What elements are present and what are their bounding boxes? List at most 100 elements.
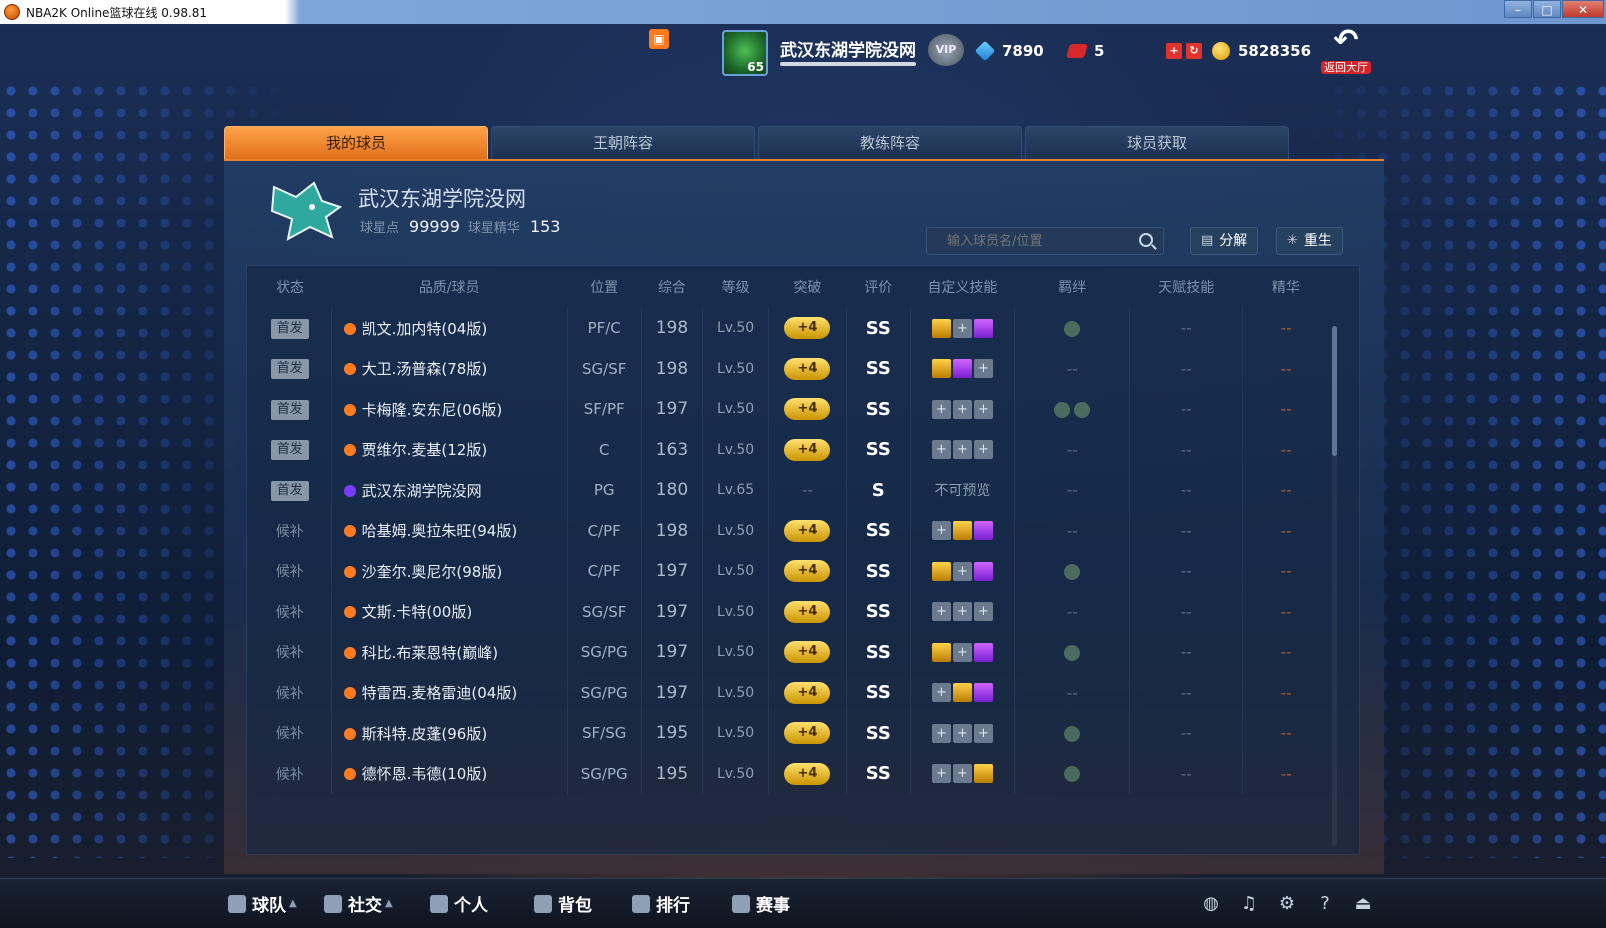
table-row[interactable]: 候补 哈基姆.奥拉朱旺(94版) C/PF 198 Lv.50 +4 SS + … — [249, 510, 1329, 551]
player-name-cell[interactable]: 凯文.加内特(04版) — [331, 308, 568, 349]
empty-skill-slot-icon[interactable]: + — [952, 318, 972, 338]
empty-skill-slot-icon[interactable]: + — [931, 602, 951, 622]
table-row[interactable]: 首发 凯文.加内特(04版) PF/C 198 Lv.50 +4 SS + --… — [249, 308, 1329, 349]
col-position[interactable]: 位置 — [567, 266, 641, 308]
tab-player-acquire[interactable]: 球员获取 — [1025, 126, 1289, 159]
table-row[interactable]: 候补 文斯.卡特(00版) SG/SF 197 Lv.50 +4 SS + + + … — [249, 591, 1329, 632]
table-row[interactable]: 首发 武汉东湖学院没网 PG 180 Lv.65 -- S 不可预览 -- --… — [249, 470, 1329, 511]
bond-icon[interactable] — [1064, 644, 1081, 661]
skill-icon[interactable] — [952, 521, 972, 541]
decompose-button[interactable]: ▤ 分解 — [1190, 227, 1259, 255]
table-row[interactable]: 候补 科比.布莱恩特(巅峰) SG/PG 197 Lv.50 +4 SS + -… — [249, 632, 1329, 673]
col-status[interactable]: 状态 — [249, 266, 331, 308]
search-input[interactable] — [927, 228, 1127, 254]
col-quality-player[interactable]: 品质/球员 — [331, 266, 567, 308]
empty-skill-slot-icon[interactable]: + — [952, 399, 972, 419]
table-row[interactable]: 候补 德怀恩.韦德(10版) SG/PG 195 Lv.50 +4 SS + + … — [249, 753, 1329, 794]
scrollbar-track[interactable] — [1332, 326, 1337, 846]
empty-skill-slot-icon[interactable]: + — [931, 399, 951, 419]
empty-skill-slot-icon[interactable]: + — [973, 399, 993, 419]
skill-icon[interactable] — [973, 521, 993, 541]
empty-skill-slot-icon[interactable]: + — [973, 602, 993, 622]
col-grade[interactable]: 评价 — [846, 266, 910, 308]
scrollbar-thumb[interactable] — [1332, 326, 1337, 456]
minimize-icon[interactable]: – — [1504, 0, 1532, 18]
player-name-cell[interactable]: 斯科特.皮蓬(96版) — [331, 713, 568, 754]
skill-icon[interactable] — [973, 764, 993, 784]
empty-skill-slot-icon[interactable]: + — [973, 723, 993, 743]
skill-icon[interactable] — [973, 683, 993, 703]
exchange-icon[interactable]: ↻ — [1186, 43, 1202, 59]
table-row[interactable]: 候补 沙奎尔.奥尼尔(98版) C/PF 197 Lv.50 +4 SS + -… — [249, 551, 1329, 592]
col-level[interactable]: 等级 — [703, 266, 769, 308]
empty-skill-slot-icon[interactable]: + — [931, 723, 951, 743]
nav-ranking[interactable]: 排行 — [632, 891, 690, 916]
help-icon[interactable]: ? — [1314, 893, 1336, 915]
music-icon[interactable]: ♫ — [1238, 893, 1260, 915]
skill-icon[interactable] — [931, 318, 951, 338]
bond-icon[interactable] — [1074, 401, 1091, 418]
bond-icon[interactable] — [1064, 563, 1081, 580]
exit-icon[interactable]: ⏏ — [1352, 893, 1374, 915]
empty-skill-slot-icon[interactable]: + — [952, 602, 972, 622]
skill-icon[interactable] — [952, 359, 972, 379]
empty-skill-slot-icon[interactable]: + — [952, 561, 972, 581]
skill-icon[interactable] — [931, 359, 951, 379]
empty-skill-slot-icon[interactable]: + — [973, 359, 993, 379]
search-icon[interactable] — [1139, 233, 1153, 247]
player-name-cell[interactable]: 贾维尔.麦基(12版) — [331, 429, 568, 470]
plus-icon[interactable]: + — [1166, 43, 1182, 59]
tab-dynasty-lineup[interactable]: 王朝阵容 — [491, 126, 755, 159]
avatar[interactable]: 65 — [722, 30, 768, 76]
player-name-cell[interactable]: 大卫.汤普森(78版) — [331, 348, 568, 389]
player-name-cell[interactable]: 沙奎尔.奥尼尔(98版) — [331, 551, 568, 592]
col-breakthrough[interactable]: 突破 — [768, 266, 846, 308]
nav-personal[interactable]: 个人 — [430, 891, 488, 916]
table-row[interactable]: 候补 斯科特.皮蓬(96版) SF/SG 195 Lv.50 +4 SS + + +… — [249, 713, 1329, 754]
bond-icon[interactable] — [1054, 401, 1071, 418]
skill-icon[interactable] — [931, 642, 951, 662]
table-row[interactable]: 首发 大卫.汤普森(78版) SG/SF 198 Lv.50 +4 SS + -… — [249, 348, 1329, 389]
table-row[interactable]: 首发 贾维尔.麦基(12版) C 163 Lv.50 +4 SS + + + -- … — [249, 429, 1329, 470]
empty-skill-slot-icon[interactable]: + — [952, 642, 972, 662]
tab-my-players[interactable]: 我的球员 — [224, 126, 488, 159]
empty-skill-slot-icon[interactable]: + — [931, 764, 951, 784]
player-name-cell[interactable]: 特雷西.麦格雷迪(04版) — [331, 672, 568, 713]
empty-skill-slot-icon[interactable]: + — [931, 521, 951, 541]
nav-backpack[interactable]: 背包 — [534, 891, 592, 916]
bond-icon[interactable] — [1064, 725, 1081, 742]
skill-icon[interactable] — [973, 642, 993, 662]
vip-badge[interactable]: VIP — [928, 34, 964, 66]
bond-icon[interactable] — [1064, 766, 1081, 783]
back-to-lobby-button[interactable]: ↶ 返回大厅 — [1318, 26, 1374, 74]
bond-icon[interactable] — [1064, 320, 1081, 337]
close-icon[interactable]: ✕ — [1562, 0, 1604, 18]
settings-gear-icon[interactable]: ⚙ — [1276, 893, 1298, 915]
table-row[interactable]: 首发 卡梅隆.安东尼(06版) SF/PF 197 Lv.50 +4 SS + +… — [249, 389, 1329, 430]
tab-coach-lineup[interactable]: 教练阵容 — [758, 126, 1022, 159]
skill-icon[interactable] — [973, 318, 993, 338]
player-name-cell[interactable]: 哈基姆.奥拉朱旺(94版) — [331, 510, 568, 551]
player-name-cell[interactable]: 文斯.卡特(00版) — [331, 591, 568, 632]
empty-skill-slot-icon[interactable]: + — [952, 723, 972, 743]
skill-icon[interactable] — [952, 683, 972, 703]
nav-social[interactable]: 社交 ▲ — [324, 891, 393, 916]
player-name-cell[interactable]: 德怀恩.韦德(10版) — [331, 753, 568, 794]
col-overall[interactable]: 综合 — [641, 266, 703, 308]
empty-skill-slot-icon[interactable]: + — [931, 683, 951, 703]
skill-icon[interactable] — [931, 561, 951, 581]
gift-icon[interactable]: ▣ — [649, 29, 669, 49]
player-name-cell[interactable]: 卡梅隆.安东尼(06版) — [331, 389, 568, 430]
nav-events[interactable]: 赛事 — [732, 891, 790, 916]
empty-skill-slot-icon[interactable]: + — [952, 764, 972, 784]
empty-skill-slot-icon[interactable]: + — [952, 440, 972, 460]
player-name-cell[interactable]: 武汉东湖学院没网 — [331, 470, 568, 511]
empty-skill-slot-icon[interactable]: + — [973, 440, 993, 460]
maximize-icon[interactable]: □ — [1533, 0, 1561, 18]
headset-icon[interactable]: ◍ — [1200, 893, 1222, 915]
nav-team[interactable]: 球队 ▲ — [228, 891, 297, 916]
table-row[interactable]: 候补 特雷西.麦格雷迪(04版) SG/PG 197 Lv.50 +4 SS +… — [249, 672, 1329, 713]
skill-icon[interactable] — [973, 561, 993, 581]
empty-skill-slot-icon[interactable]: + — [931, 440, 951, 460]
player-name-cell[interactable]: 科比.布莱恩特(巅峰) — [331, 632, 568, 673]
